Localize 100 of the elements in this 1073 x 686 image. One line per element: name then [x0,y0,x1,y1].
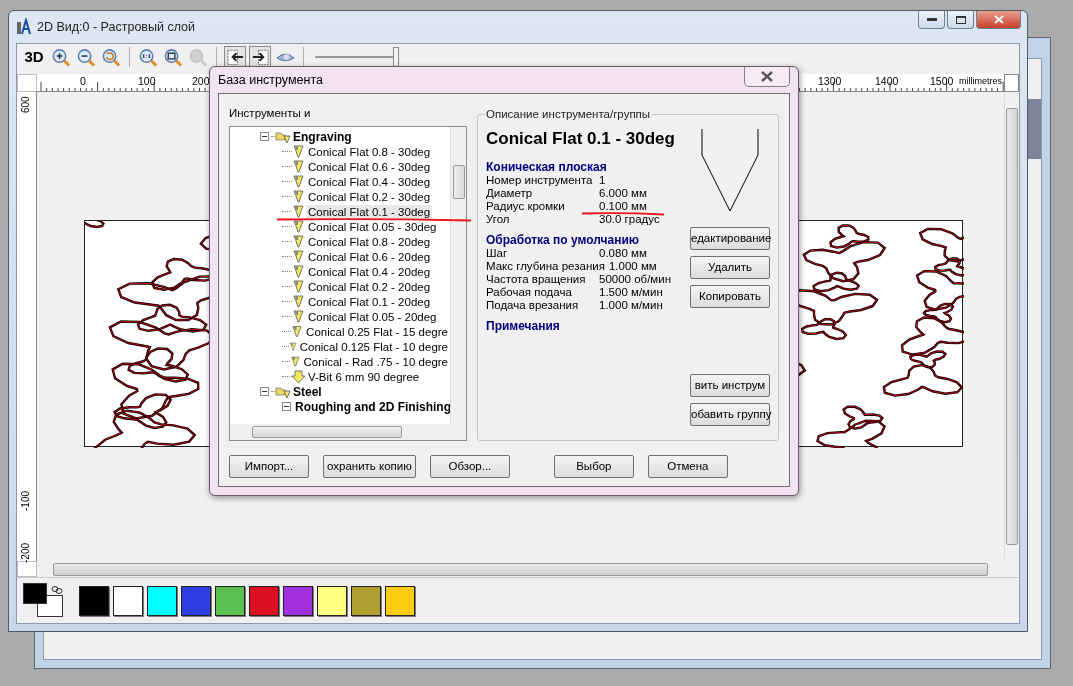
horizontal-scrollbar[interactable] [230,424,450,440]
tree-item[interactable]: Conical Flat 0.8 - 20deg [306,234,433,249]
maximize-button[interactable] [947,11,974,29]
tree-item[interactable]: Conical Flat 0.4 - 30deg [306,174,433,189]
tree-item[interactable]: Conical Flat 0.2 - 30deg [306,189,433,204]
slider-thumb[interactable] [393,47,399,67]
color-swatch[interactable] [283,585,313,616]
ruler-label: 0 [80,75,86,87]
tree-item[interactable]: Conical Flat 0.05 - 20deg [306,309,439,324]
window-title: 2D Вид:0 - Растровый слой [37,18,196,36]
property-label: Диаметр [486,187,534,200]
tree-item[interactable]: V-Bit 6 mm 90 degree [306,369,422,384]
color-swatch[interactable] [385,585,415,616]
tree-item[interactable]: Conical Flat 0.1 - 20deg [306,294,433,309]
foreground-color-swatch[interactable] [23,582,47,604]
property-label: Подача врезания [486,299,580,312]
zoom-fit-button[interactable] [162,46,184,68]
color-swatch[interactable] [113,585,143,616]
close-button[interactable] [744,67,790,87]
close-icon [760,71,774,82]
color-swatch[interactable] [249,585,279,616]
ruler-label: 1300 [818,75,842,87]
scrollbar-thumb[interactable] [252,426,402,438]
cone-bit-icon [292,189,306,204]
units-dropdown[interactable] [1004,74,1019,92]
zoom-in-button[interactable] [50,46,72,68]
tree-item[interactable]: Conical 0.125 Flat - 10 degre [297,339,450,354]
vertical-scrollbar[interactable] [1004,92,1019,561]
dialog-button[interactable]: обавить группу [690,403,770,426]
collapse-toggle-icon[interactable] [260,132,269,141]
ruler-label: -100 [20,491,31,511]
dialog-button[interactable]: Выбор [553,455,634,478]
tree-group[interactable]: Engraving [291,129,354,144]
tree-item[interactable]: Conical Flat 0.8 - 30deg [306,144,433,159]
property-value: 6.000 мм [599,187,647,200]
property-label: Шаг [486,247,509,260]
property-label: Макс глубина резания [486,260,606,273]
app-icon [15,18,31,37]
dialog-button[interactable]: Отмена [647,455,728,478]
tree-group[interactable]: Steel [291,384,324,399]
tree-item[interactable]: Conical 0.25 Flat - 15 degre [304,324,450,339]
scrollbar-thumb[interactable] [53,562,988,576]
property-label: Рабочая подача [486,286,573,299]
dialog-button[interactable]: охранить копию [323,455,416,478]
color-swatch[interactable] [181,585,211,616]
collapse-toggle-icon[interactable] [282,402,291,411]
section-heading: Обработка по умолчанию [486,234,641,247]
dialog-button[interactable]: Удалить [690,256,770,279]
property-value: 1.500 м/мин [599,286,663,299]
cone-bit-icon [290,354,302,369]
tree-group[interactable]: Roughing and 2D Finishing [293,399,450,414]
group-legend: Описание инструмента/группы [484,107,653,121]
zoom-slider[interactable] [315,46,399,68]
close-button[interactable] [976,11,1021,29]
dialog-button[interactable]: вить инструм [690,374,770,397]
property-value: 0.080 мм [599,247,647,260]
tree-item[interactable]: Conical - Rad .75 - 10 degre [301,354,450,369]
cone-bit-icon [292,249,306,264]
cone-bit-icon [292,309,306,324]
dialog-button[interactable]: Импорт... [229,455,309,478]
zoom-actual-size-button[interactable] [137,46,159,68]
color-swatch[interactable] [147,585,177,616]
property-value: 1.000 м/мин [599,299,663,312]
tree-item[interactable]: Conical Flat 0.4 - 20deg [306,264,433,279]
dialog-button[interactable]: Копировать [690,285,770,308]
cone-bit-icon [292,144,306,159]
tool-group-icon [275,384,291,399]
tree-item[interactable]: Conical Flat 0.6 - 30deg [306,159,433,174]
section-heading: Примечания [486,320,561,333]
scrollbar-thumb[interactable] [452,165,465,199]
dialog-button[interactable]: едактирование [690,227,770,250]
link-icon[interactable] [51,584,63,595]
vertical-scrollbar[interactable] [450,127,466,424]
3d-view-button[interactable]: 3D [21,46,47,68]
cone-bit-icon [292,219,306,234]
dialog-title: База инструмента [218,71,323,89]
ruler-label: 100 [138,75,156,87]
zoom-back-icon [101,46,121,68]
color-swatch[interactable] [351,585,381,616]
color-swatch[interactable] [79,585,109,616]
tree-item[interactable]: Conical Flat 0.2 - 20deg [306,279,433,294]
dialog-button[interactable]: Обзор... [429,455,510,478]
cone-bit-icon [292,174,306,189]
scrollbar-thumb[interactable] [1006,108,1018,545]
property-label: Радиус кромки [486,200,566,213]
color-swatch[interactable] [215,585,245,616]
zoom-out-button[interactable] [75,46,97,68]
tree-item[interactable]: Conical Flat 0.6 - 20deg [306,249,433,264]
tree-item[interactable]: Conical Flat 0.05 - 30deg [306,219,439,234]
minimize-icon [926,17,937,22]
ruler-toggle[interactable] [17,561,37,577]
cone-bit-icon [292,159,306,174]
tree-item[interactable]: Conical Flat 0.1 - 30deg [306,204,433,219]
tool-group-icon [275,129,291,144]
collapse-toggle-icon[interactable] [260,387,269,396]
zoom-back-button[interactable] [100,46,122,68]
arrow-right-button[interactable] [249,46,271,68]
arrow-left-button[interactable] [224,46,246,68]
minimize-button[interactable] [918,11,945,29]
color-swatch[interactable] [317,585,347,616]
